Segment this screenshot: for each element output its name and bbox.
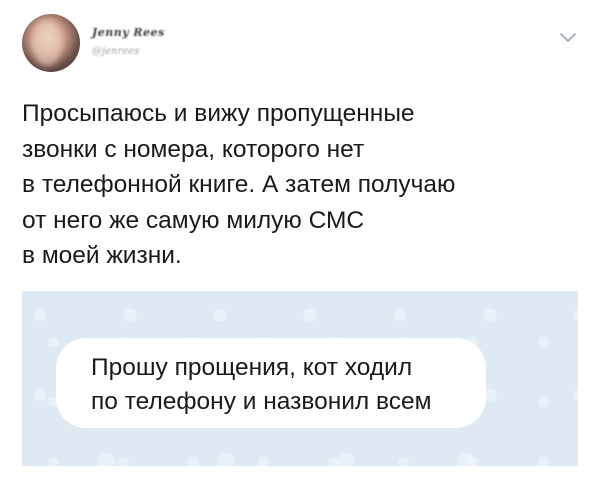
chevron-down-icon: [560, 33, 576, 42]
post-header: Jenny Rees @jenrees: [0, 0, 600, 90]
author-handle[interactable]: @jenrees: [92, 46, 139, 57]
post-text: Просыпаюсь и вижу пропущенные звонки с н…: [22, 100, 456, 269]
message-bubble: Прошу прощения, кот ходил по телефону и …: [56, 338, 486, 428]
avatar[interactable]: [22, 14, 80, 72]
post-menu-button[interactable]: [558, 30, 578, 44]
author-name[interactable]: Jenny Rees: [92, 26, 165, 39]
message-screenshot: Прошу прощения, кот ходил по телефону и …: [22, 291, 578, 466]
